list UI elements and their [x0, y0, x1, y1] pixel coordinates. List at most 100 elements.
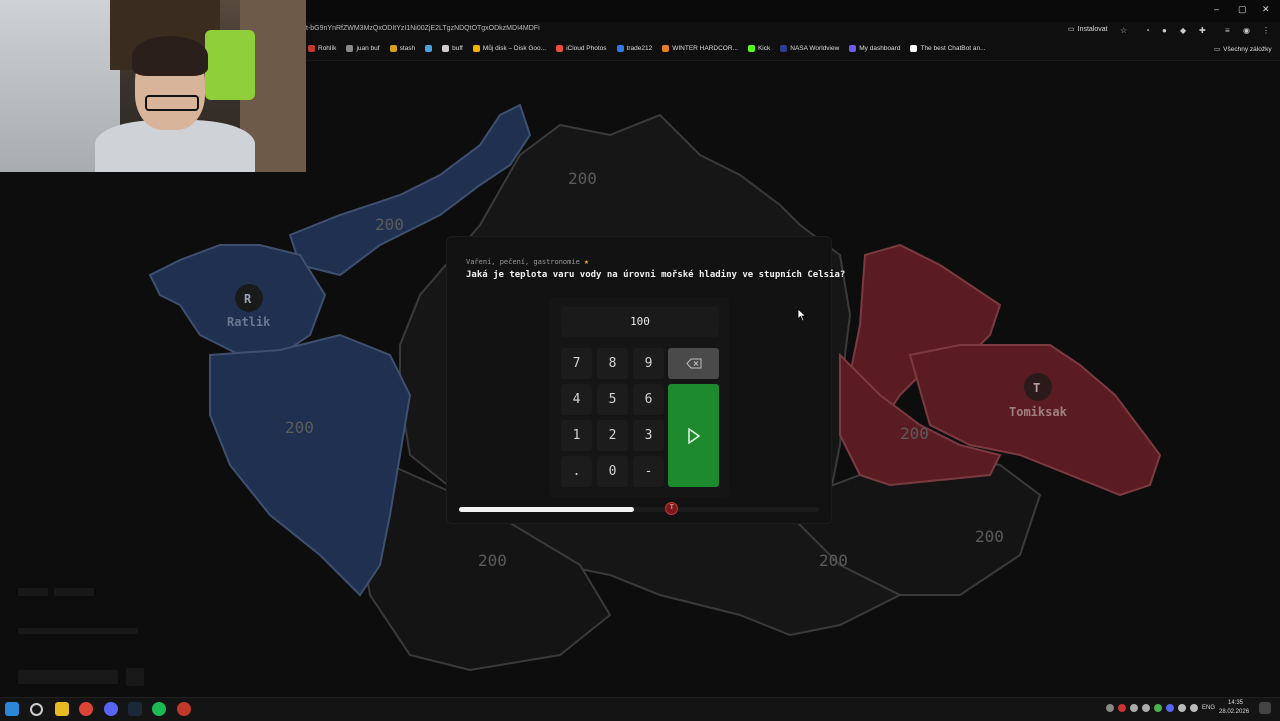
bookmark-icon: [780, 45, 788, 52]
bookmark-item[interactable]: My dashboard: [849, 45, 900, 52]
keypad-key-6[interactable]: 6: [633, 384, 664, 415]
bookmark-item[interactable]: Můj disk – Disk Goo...: [472, 45, 546, 52]
bookmark-item[interactable]: NASA Worldview: [780, 45, 839, 52]
star-icon: ★: [584, 257, 589, 266]
number-keypad: 100 7 8 9 4 5 6 1 2 3 . 0 -: [549, 297, 729, 497]
region-value-label: 200: [285, 418, 314, 437]
bookmark-item[interactable]: [425, 45, 433, 52]
bookmark-icon: [616, 45, 624, 52]
region-value-label: 200: [819, 551, 848, 570]
volume-icon[interactable]: [1190, 704, 1198, 712]
notification-icon[interactable]: [1259, 702, 1271, 714]
bookmark-icon: [910, 45, 918, 52]
maximize-icon[interactable]: ▢: [1238, 4, 1247, 15]
keypad-key-minus[interactable]: -: [633, 456, 664, 487]
search-icon[interactable]: [30, 703, 43, 716]
timer-progress-fill: [459, 507, 634, 512]
extension-icon[interactable]: ◔: [1145, 26, 1150, 35]
bookmark-icon: [425, 45, 433, 52]
windows-taskbar: ENG 14:35 28.02.2026: [0, 697, 1280, 721]
discord-icon[interactable]: [104, 702, 118, 716]
file-explorer-icon[interactable]: [55, 702, 69, 716]
star-bookmark-icon[interactable]: ☆: [1120, 26, 1127, 35]
network-icon[interactable]: [1178, 704, 1186, 712]
app-icon[interactable]: [177, 702, 191, 716]
tray-icon[interactable]: [1118, 704, 1126, 712]
keypad-key-7[interactable]: 7: [561, 348, 592, 379]
install-label: Instalovat: [1077, 25, 1108, 33]
panel-button: [126, 668, 144, 686]
player-name: Ratlik: [227, 315, 271, 329]
panel-line: [18, 588, 48, 596]
keypad-key-1[interactable]: 1: [561, 420, 592, 451]
tray-icon[interactable]: [1166, 704, 1174, 712]
webcam-person-hair: [132, 36, 208, 76]
bookmark-item[interactable]: juan buf: [346, 45, 380, 52]
panel-line: [18, 628, 138, 634]
bookmark-item[interactable]: The best ChatBot an...: [910, 45, 986, 52]
puzzle-icon[interactable]: ✚: [1199, 26, 1206, 35]
keypad-key-8[interactable]: 8: [597, 348, 628, 379]
keypad-key-0[interactable]: 0: [597, 456, 628, 487]
chrome-icon[interactable]: [79, 702, 93, 716]
bookmark-icon: [556, 45, 564, 52]
install-button[interactable]: ▭ Instalovat: [1068, 25, 1108, 34]
bookmark-icon: [472, 45, 480, 52]
region-value-label: 200: [568, 169, 597, 188]
close-icon[interactable]: ✕: [1262, 4, 1270, 15]
steam-icon[interactable]: [128, 702, 142, 716]
extension-icon[interactable]: ●: [1162, 26, 1167, 35]
keypad-key-5[interactable]: 5: [597, 384, 628, 415]
answer-display[interactable]: 100: [561, 307, 719, 337]
folder-icon: ▭: [1214, 46, 1221, 53]
bookmark-item[interactable]: trade212: [616, 45, 652, 52]
playlist-icon[interactable]: ≡: [1225, 26, 1230, 35]
bookmark-icon: [849, 45, 857, 52]
map-region-blue[interactable]: [209, 333, 412, 597]
profile-avatar-icon[interactable]: ◉: [1243, 26, 1250, 35]
webcam-overlay: [0, 0, 306, 172]
bookmark-icon: [662, 45, 670, 52]
question-category: Vaření, pečení, gastronomie ★: [466, 257, 589, 266]
bookmark-item[interactable]: WINTER HARDCOR...: [662, 45, 738, 52]
timer-player-marker: T: [665, 502, 679, 515]
play-icon: [687, 427, 700, 444]
timer-progress-bar: T: [459, 502, 819, 515]
tray-icon[interactable]: [1142, 704, 1150, 712]
backspace-button[interactable]: [668, 348, 719, 379]
windows-start-icon[interactable]: [5, 702, 19, 716]
keypad-key-decimal[interactable]: .: [561, 456, 592, 487]
submit-button[interactable]: [668, 384, 719, 487]
keypad-key-4[interactable]: 4: [561, 384, 592, 415]
question-text: Jaká je teplota varu vody na úrovni mořs…: [466, 270, 846, 280]
bookmark-icon: [389, 45, 397, 52]
bookmark-icon: [346, 45, 354, 52]
shield-icon[interactable]: ◆: [1180, 26, 1186, 35]
minimize-icon[interactable]: –: [1214, 4, 1219, 14]
spotify-icon[interactable]: [152, 702, 166, 716]
keypad-key-2[interactable]: 2: [597, 420, 628, 451]
clock-time[interactable]: 14:35: [1228, 700, 1243, 706]
side-panel: [14, 582, 154, 692]
backspace-icon: [685, 358, 701, 369]
language-indicator[interactable]: ENG: [1202, 705, 1215, 711]
all-bookmarks-button[interactable]: ▭ Všechny záložky: [1214, 45, 1272, 54]
tray-icon[interactable]: [1106, 704, 1114, 712]
tray-icon[interactable]: [1130, 704, 1138, 712]
url-text[interactable]: t-bG9nYnRfZWM3MzQxODItYzI1Ni00ZjE2LTgzND…: [306, 25, 540, 32]
tray-icon[interactable]: [1154, 704, 1162, 712]
question-modal: Vaření, pečení, gastronomie ★ Jaká je te…: [446, 236, 845, 524]
bookmark-item[interactable]: Rohlík: [308, 45, 336, 52]
player-initial: R: [244, 292, 252, 306]
bookmark-item[interactable]: stash: [389, 45, 415, 52]
menu-dots-icon[interactable]: ⋮: [1262, 26, 1270, 35]
keypad-key-9[interactable]: 9: [633, 348, 664, 379]
region-value-label: 200: [375, 215, 404, 234]
bookmark-icon: [747, 45, 755, 52]
bookmark-item[interactable]: Kick: [747, 45, 770, 52]
clock-date[interactable]: 28.02.2026: [1219, 709, 1249, 715]
region-value-label: 200: [975, 527, 1004, 546]
keypad-key-3[interactable]: 3: [633, 420, 664, 451]
bookmark-item[interactable]: buff: [442, 45, 463, 52]
bookmark-item[interactable]: iCloud Photos: [556, 45, 607, 52]
